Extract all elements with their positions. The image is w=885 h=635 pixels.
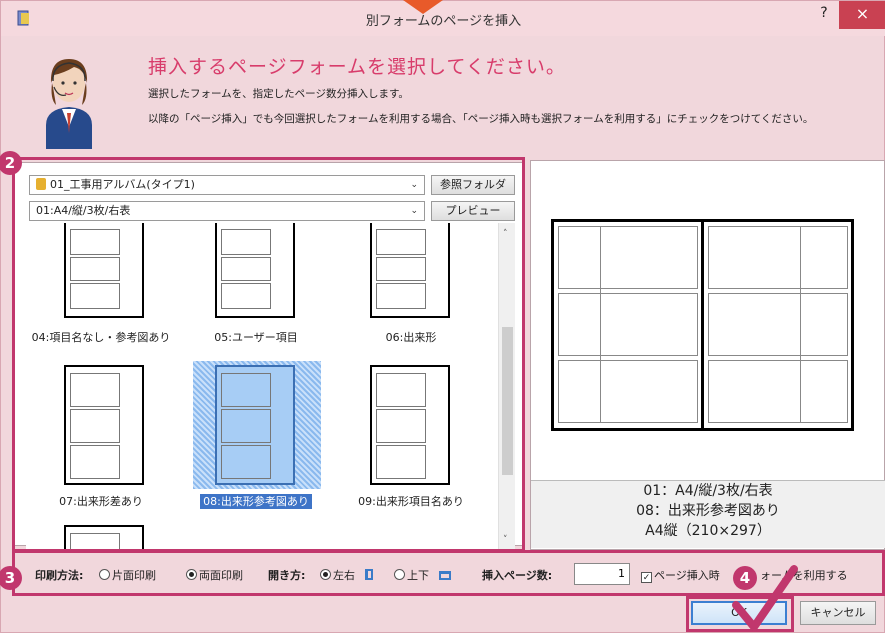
- single-side-label: 片面印刷: [112, 569, 156, 582]
- lock-icon: [36, 178, 46, 190]
- insert-pages-input[interactable]: 1: [574, 563, 630, 585]
- thumbnail-item[interactable]: 04:項目名なし・参考図あり: [26, 223, 176, 344]
- preview-button[interactable]: プレビュー: [431, 201, 515, 221]
- thumbnail-page: [215, 223, 295, 318]
- top-bottom-radio[interactable]: 上下: [394, 567, 451, 583]
- radio-checked-icon: [186, 569, 197, 580]
- left-right-radio[interactable]: 左右: [320, 567, 373, 583]
- double-side-radio[interactable]: 両面印刷: [186, 567, 243, 583]
- title-bar: 別フォームのページを挿入 ? ×: [1, 1, 885, 36]
- header-heading: 挿入するページフォームを選択してください。: [148, 56, 566, 78]
- layout-combo-value: 01:A4/縦/3枚/右表: [36, 204, 131, 217]
- step4-badge: 4: [733, 566, 757, 590]
- preview-right-page: [701, 219, 854, 431]
- thumbnail-item-selected[interactable]: 08:出来形参考図あり: [181, 361, 331, 511]
- album-combo-value: 01_工事用アルバム(タイプ1): [50, 178, 195, 191]
- thumbnail-list[interactable]: 04:項目名なし・参考図あり 05:ユーザー項目 06:出来形 07:出来形差あ…: [26, 223, 498, 551]
- thumbnail-page: [370, 223, 450, 318]
- thumbnail-scrollbar[interactable]: ˄ ˅: [498, 223, 515, 551]
- cancel-button[interactable]: キャンセル: [800, 601, 876, 625]
- thumbnail-page: [215, 365, 295, 485]
- help-button[interactable]: ?: [809, 5, 839, 27]
- window-title: 別フォームのページを挿入: [365, 14, 522, 29]
- browse-folder-button[interactable]: 参照フォルダ: [431, 175, 515, 195]
- album-combo[interactable]: 01_工事用アルバム(タイプ1) ⌄: [29, 175, 425, 195]
- header-line2: 以降の「ページ挿入」でも今回選択したフォームを利用する場合、「ページ挿入時も選択…: [148, 113, 814, 125]
- radio-icon: [99, 569, 110, 580]
- thumbnail-page: [64, 223, 144, 318]
- scroll-down-icon[interactable]: ˅: [503, 535, 508, 545]
- thumbnail-item[interactable]: 07:出来形差あり: [26, 361, 176, 511]
- reuse-form-label: ページ挿入時: [654, 569, 720, 582]
- insert-pages-label: 挿入ページ数:: [482, 569, 553, 582]
- thumbnail-page: [64, 525, 144, 551]
- thumbnail-page: [64, 365, 144, 485]
- scroll-up-icon[interactable]: ˄: [503, 229, 508, 239]
- chevron-down-icon: ⌄: [410, 180, 418, 190]
- left-right-label: 左右: [333, 569, 355, 582]
- preview-info: 01：A4/縦/3枚/右表 08：出来形参考図あり A4縦（210×297）: [531, 480, 885, 548]
- thumbnail-label: 09:出来形項目名あり: [358, 495, 464, 508]
- thumbnail-item[interactable]: 09:出来形項目名あり: [336, 361, 486, 511]
- thumbnail-page: [370, 365, 450, 485]
- thumbnail-item[interactable]: 05:ユーザー項目: [181, 223, 331, 344]
- preview-info-line2: 08：出来形参考図あり: [636, 503, 780, 519]
- thumbnail-label: 04:項目名なし・参考図あり: [31, 331, 171, 344]
- reuse-form-checkbox[interactable]: ✓ ページ挿入時: [641, 567, 720, 583]
- layout-combo[interactable]: 01:A4/縦/3枚/右表 ⌄: [29, 201, 425, 221]
- open-direction-label: 開き方:: [268, 569, 306, 582]
- thumbnail-label: 06:出来形: [385, 331, 437, 344]
- pointer-arrow-icon: [403, 0, 443, 14]
- chevron-down-icon: ⌄: [410, 206, 418, 216]
- radio-icon: [394, 569, 405, 580]
- book-left-right-icon: [364, 569, 373, 580]
- thumbnail-item[interactable]: [26, 521, 176, 551]
- print-method-label: 印刷方法:: [35, 569, 84, 582]
- checkbox-checked-icon: ✓: [641, 572, 652, 583]
- close-button[interactable]: ×: [839, 1, 885, 29]
- header-line1: 選択したフォームを、指定したページ数分挿入します。: [148, 88, 409, 100]
- preview-info-line1: 01：A4/縦/3枚/右表: [643, 483, 773, 499]
- thumbnail-label: 05:ユーザー項目: [214, 331, 298, 344]
- double-side-label: 両面印刷: [199, 569, 243, 582]
- top-bottom-label: 上下: [407, 569, 429, 582]
- operator-avatar: [46, 59, 92, 149]
- single-side-radio[interactable]: 片面印刷: [99, 567, 156, 583]
- preview-left-page: [551, 219, 704, 431]
- scrollbar-thumb[interactable]: [502, 327, 513, 475]
- thumbnail-label: 08:出来形参考図あり: [181, 493, 331, 509]
- book-top-bottom-icon: [438, 571, 451, 580]
- preview-info-line3: A4縦（210×297）: [645, 523, 771, 539]
- thumbnail-item[interactable]: 06:出来形: [336, 223, 486, 344]
- radio-checked-icon: [320, 569, 331, 580]
- thumbnail-label: 07:出来形差あり: [59, 495, 143, 508]
- selected-label-text: 08:出来形参考図あり: [200, 494, 312, 509]
